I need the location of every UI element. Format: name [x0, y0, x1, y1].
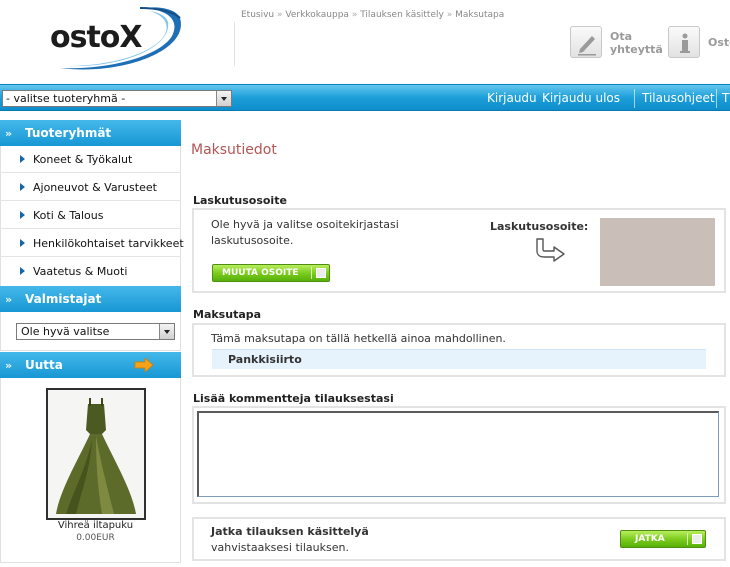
- categories-header: » Tuoteryhmät: [0, 120, 181, 146]
- contact-link[interactable]: Ota yhteyttä: [570, 24, 663, 60]
- info-icon: [668, 26, 700, 58]
- breadcrumb-separator: »: [446, 10, 453, 20]
- makers-title: Valmistajat: [25, 292, 102, 306]
- product-group-select[interactable]: - valitse tuoteryhmä -: [2, 90, 232, 107]
- breadcrumb-separator: »: [277, 10, 283, 20]
- makers-select-value: Ole hyvä valitse: [21, 325, 110, 338]
- triangle-bullet-icon: [20, 211, 25, 219]
- change-address-button[interactable]: MUUTA OSOITE: [212, 264, 330, 282]
- breadcrumb-separator: »: [351, 10, 358, 20]
- billing-section-title: Laskutusosoite: [193, 194, 287, 207]
- sidebar-item-personal[interactable]: Henkilökohtaiset tarvikkeet: [0, 229, 184, 257]
- page-title: Maksutiedot: [191, 142, 277, 158]
- pencil-icon: [570, 26, 602, 58]
- double-chevron-icon: »: [5, 293, 12, 306]
- square-icon: [692, 534, 702, 544]
- sidebar-item-label: Koneet & Työkalut: [33, 153, 133, 166]
- new-product-image[interactable]: [46, 388, 146, 520]
- comments-textarea[interactable]: [197, 411, 719, 497]
- makers-header: » Valmistajat: [0, 286, 181, 312]
- billing-text-2: laskutusosoite.: [211, 234, 294, 247]
- sidebar-item-label: Henkilökohtaiset tarvikkeet: [33, 237, 184, 250]
- button-divider: [687, 533, 688, 545]
- logo-text: ostoX: [50, 20, 143, 55]
- billing-box: Ole hyvä ja valitse osoitekirjastasi las…: [192, 208, 726, 293]
- logo[interactable]: ostoX: [0, 0, 232, 84]
- button-divider: [311, 267, 312, 279]
- chevron-down-icon[interactable]: [216, 91, 231, 106]
- info-link[interactable]: Osto: [668, 24, 730, 60]
- billing-address-label: Laskutusosoite:: [490, 220, 589, 233]
- page-header: ostoX Etusivu » Verkkokauppa » Tilauksen…: [0, 0, 730, 84]
- sidebar-item-label: Vaatetus & Muoti: [33, 265, 128, 278]
- nav-login[interactable]: Kirjaudu: [487, 91, 537, 105]
- sidebar-item-fashion[interactable]: Vaatetus & Muoti: [0, 257, 181, 285]
- contact-label-1: Ota: [610, 30, 633, 43]
- nav-logout[interactable]: Kirjaudu ulos: [542, 91, 620, 105]
- categories-title: Tuoteryhmät: [25, 126, 112, 140]
- sidebar-item-label: Ajoneuvot & Varusteet: [33, 181, 157, 194]
- contact-label-2: yhteyttä: [610, 43, 663, 56]
- nav-separator: [716, 89, 717, 108]
- payment-box: Tämä maksutapa on tällä hetkellä ainoa m…: [192, 323, 726, 377]
- billing-address-placeholder: [600, 218, 715, 286]
- makers-select[interactable]: Ole hyvä valitse: [16, 323, 175, 340]
- double-chevron-icon: »: [5, 359, 12, 372]
- change-address-button-label: MUUTA OSOITE: [222, 268, 299, 278]
- chevron-down-icon[interactable]: [159, 324, 174, 339]
- continue-button-label: JATKA: [635, 534, 665, 544]
- sidebar-item-tools[interactable]: Koneet & Työkalut: [0, 145, 181, 173]
- payment-method-row[interactable]: Pankkisiirto: [212, 349, 706, 369]
- breadcrumb-current: Maksutapa: [455, 10, 505, 20]
- comments-box: [192, 406, 726, 504]
- sidebar-item-label: Koti & Talous: [33, 209, 104, 222]
- comments-section-title: Lisää kommentteja tilauksestasi: [193, 392, 394, 405]
- header-divider: [234, 22, 235, 66]
- sidebar-item-home[interactable]: Koti & Talous: [0, 201, 181, 229]
- nav-bar: - valitse tuoteryhmä - Kirjaudu Kirjaudu…: [0, 84, 730, 111]
- triangle-bullet-icon: [20, 183, 25, 191]
- dress-image: [48, 390, 144, 518]
- continue-button[interactable]: JATKA: [620, 530, 706, 548]
- main-content: Maksutiedot Laskutusosoite Ole hyvä ja v…: [182, 120, 730, 567]
- billing-text-1: Ole hyvä ja valitse osoitekirjastasi: [211, 218, 399, 231]
- payment-method-label: Pankkisiirto: [228, 353, 302, 366]
- triangle-bullet-icon: [20, 267, 25, 275]
- nav-order-help[interactable]: Tilausohjeet: [642, 91, 715, 105]
- breadcrumb-order[interactable]: Tilauksen käsittely: [360, 10, 444, 20]
- sidebar-item-vehicles[interactable]: Ajoneuvot & Varusteet: [0, 173, 181, 201]
- new-header: » Uutta: [0, 352, 181, 378]
- triangle-bullet-icon: [20, 239, 25, 247]
- payment-info: Tämä maksutapa on tällä hetkellä ainoa m…: [211, 332, 506, 345]
- continue-subtitle: vahvistaaksesi tilauksen.: [211, 541, 349, 554]
- breadcrumb: Etusivu » Verkkokauppa » Tilauksen käsit…: [241, 10, 504, 20]
- breadcrumb-shop[interactable]: Verkkokauppa: [285, 10, 349, 20]
- breadcrumb-home[interactable]: Etusivu: [241, 10, 274, 20]
- product-group-select-value: - valitse tuoteryhmä -: [6, 92, 126, 105]
- new-title: Uutta: [25, 358, 63, 372]
- curved-arrow-icon: [536, 238, 565, 262]
- arrow-right-icon[interactable]: [134, 358, 154, 372]
- new-product-price: 0.00EUR: [76, 533, 115, 543]
- triangle-bullet-icon: [20, 155, 25, 163]
- square-icon: [316, 268, 326, 278]
- double-chevron-icon: »: [5, 127, 12, 140]
- extra-label: Osto: [708, 36, 730, 49]
- nav-separator: [634, 89, 635, 108]
- continue-box: Jatka tilauksen käsittelyä vahvistaakses…: [192, 517, 726, 561]
- new-product-name[interactable]: Vihreä iltapuku: [0, 520, 191, 531]
- sidebar: » Tuoteryhmät Koneet & Työkalut Ajoneuvo…: [0, 120, 184, 567]
- nav-more[interactable]: T: [722, 91, 729, 105]
- continue-title: Jatka tilauksen käsittelyä: [211, 525, 369, 538]
- payment-section-title: Maksutapa: [193, 308, 262, 321]
